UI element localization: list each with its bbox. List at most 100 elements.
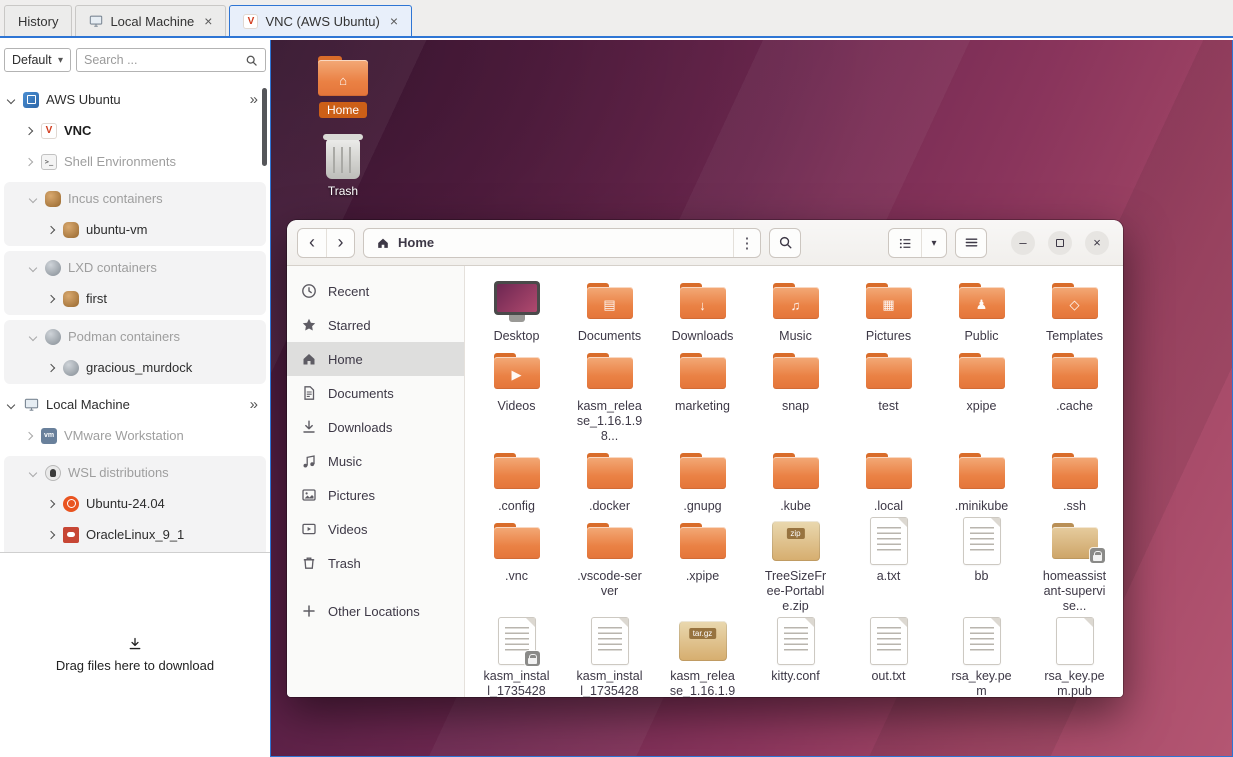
file-item[interactable]: a.txt (842, 516, 935, 614)
desktop-icon-trash[interactable]: Trash (307, 136, 379, 199)
file-item[interactable]: ▦Pictures (842, 276, 935, 344)
tab-history[interactable]: History (4, 5, 72, 36)
tree-item-clipped[interactable] (4, 550, 266, 553)
location-menu-button[interactable]: ⋮ (733, 229, 760, 257)
chevron-down-icon[interactable] (29, 332, 37, 340)
tree-item-vmware-workstation[interactable]: VMware Workstation (0, 420, 270, 451)
file-item[interactable]: .vnc (470, 516, 563, 614)
file-item[interactable]: .minikube (935, 446, 1028, 514)
chevron-right-icon[interactable] (47, 530, 55, 538)
back-button[interactable]: ‹ (298, 229, 326, 257)
file-item[interactable]: Desktop (470, 276, 563, 344)
search-button[interactable] (769, 228, 801, 258)
file-item[interactable]: zipTreeSizeFree-Portable.zip (749, 516, 842, 614)
scrollbar-thumb[interactable] (262, 88, 267, 166)
chevron-down-icon[interactable] (7, 95, 15, 103)
close-icon[interactable]: × (204, 14, 212, 28)
file-item[interactable]: rsa_key.pem (935, 616, 1028, 697)
close-icon[interactable]: × (390, 14, 398, 28)
chevron-right-icon[interactable] (25, 126, 33, 134)
profile-select[interactable]: Default ▾ (4, 48, 71, 72)
tab-vnc-aws-ubuntu[interactable]: VNC (AWS Ubuntu) × (229, 5, 412, 36)
tree-item-incus-containers[interactable]: Incus containers (4, 183, 266, 214)
maximize-button[interactable] (1048, 231, 1072, 255)
chevron-right-icon[interactable] (47, 294, 55, 302)
sidebar-item-starred[interactable]: Starred (287, 308, 464, 342)
file-item[interactable]: .config (470, 446, 563, 514)
chevron-right-icon[interactable] (47, 499, 55, 507)
chevron-right-icon[interactable] (47, 225, 55, 233)
sidebar-item-downloads[interactable]: Downloads (287, 410, 464, 444)
menu-button[interactable] (955, 228, 987, 258)
file-item[interactable]: kasm_install_17354288... (563, 616, 656, 697)
path-bar[interactable]: Home (364, 229, 733, 257)
chevron-down-icon[interactable] (29, 263, 37, 271)
file-item[interactable]: ▤Documents (563, 276, 656, 344)
chevron-down-icon[interactable] (29, 194, 37, 202)
file-item[interactable]: .vscode-server (563, 516, 656, 614)
chevron-right-icon[interactable] (25, 157, 33, 165)
chevron-down-icon[interactable] (29, 468, 37, 476)
file-item[interactable]: bb (935, 516, 1028, 614)
file-item[interactable]: kasm_install_17354288... (470, 616, 563, 697)
file-item[interactable]: .ssh (1028, 446, 1121, 514)
chevron-right-icon[interactable] (47, 363, 55, 371)
file-item[interactable]: snap (749, 346, 842, 444)
file-item[interactable]: ◇Templates (1028, 276, 1121, 344)
forward-button[interactable]: › (326, 229, 354, 257)
sidebar-item-music[interactable]: Music (287, 444, 464, 478)
vnc-viewport[interactable]: ⌂ Home Trash ‹ › Home ⋮ ▾ (270, 40, 1233, 757)
search-input[interactable] (84, 53, 245, 67)
file-item[interactable]: ↓Downloads (656, 276, 749, 344)
chevron-right-icon[interactable] (25, 431, 33, 439)
file-item[interactable]: ♫Music (749, 276, 842, 344)
tree-item-vnc[interactable]: VNC (0, 115, 270, 146)
file-item[interactable]: rsa_key.pem.pub (1028, 616, 1121, 697)
file-item[interactable]: test (842, 346, 935, 444)
sidebar-item-recent[interactable]: Recent (287, 274, 464, 308)
file-item[interactable]: .kube (749, 446, 842, 514)
minimize-button[interactable]: – (1011, 231, 1035, 255)
sidebar-item-pictures[interactable]: Pictures (287, 478, 464, 512)
file-item[interactable]: ♟Public (935, 276, 1028, 344)
list-view-button[interactable] (889, 229, 921, 258)
sidebar-item-home[interactable]: Home (287, 342, 464, 376)
close-button[interactable]: × (1085, 231, 1109, 255)
file-item[interactable]: kitty.conf (749, 616, 842, 697)
tree-item-shell-environments[interactable]: Shell Environments (0, 146, 270, 177)
chevron-down-icon[interactable] (7, 400, 15, 408)
file-item[interactable]: tar.gzkasm_release_1.16.1.98... (656, 616, 749, 697)
file-item[interactable]: .docker (563, 446, 656, 514)
search-box[interactable] (76, 48, 266, 72)
desktop-icon-home[interactable]: ⌂ Home (307, 54, 379, 118)
tree-item-ubuntu-24-04[interactable]: Ubuntu-24.04 (4, 488, 266, 519)
file-manager-window[interactable]: ‹ › Home ⋮ ▾ – × (287, 220, 1123, 697)
file-item[interactable]: .local (842, 446, 935, 514)
tree-item-wsl-distributions[interactable]: WSL distributions (4, 457, 266, 488)
sidebar-item-trash[interactable]: Trash (287, 546, 464, 580)
file-item[interactable]: .cache (1028, 346, 1121, 444)
sidebar-item-videos[interactable]: Videos (287, 512, 464, 546)
file-item[interactable]: .xpipe (656, 516, 749, 614)
download-dropzone[interactable]: Drag files here to download (0, 553, 270, 756)
file-item[interactable]: ▶Videos (470, 346, 563, 444)
tree-item-aws-ubuntu[interactable]: AWS Ubuntu» (0, 84, 270, 115)
tree-item-gracious-murdock[interactable]: gracious_murdock (4, 352, 266, 383)
sidebar-item-documents[interactable]: Documents (287, 376, 464, 410)
file-item[interactable]: marketing (656, 346, 749, 444)
tree-item-first[interactable]: first (4, 283, 266, 314)
tab-local-machine[interactable]: Local Machine × (75, 5, 226, 36)
expand-all-button[interactable]: » (250, 396, 270, 413)
tree-item-oraclelinux-9-1[interactable]: OracleLinux_9_1 (4, 519, 266, 550)
file-item[interactable]: .gnupg (656, 446, 749, 514)
file-item[interactable]: homeassistant-supervise... (1028, 516, 1121, 614)
tree-item-local-machine[interactable]: Local Machine» (0, 389, 270, 420)
tree-item-podman-containers[interactable]: Podman containers (4, 321, 266, 352)
file-item[interactable]: out.txt (842, 616, 935, 697)
view-options-button[interactable]: ▾ (921, 229, 946, 258)
tree-item-lxd-containers[interactable]: LXD containers (4, 252, 266, 283)
file-item[interactable]: xpipe (935, 346, 1028, 444)
file-item[interactable]: kasm_release_1.16.1.98... (563, 346, 656, 444)
sidebar-item-other-locations[interactable]: Other Locations (287, 594, 464, 628)
tree-item-ubuntu-vm[interactable]: ubuntu-vm (4, 214, 266, 245)
